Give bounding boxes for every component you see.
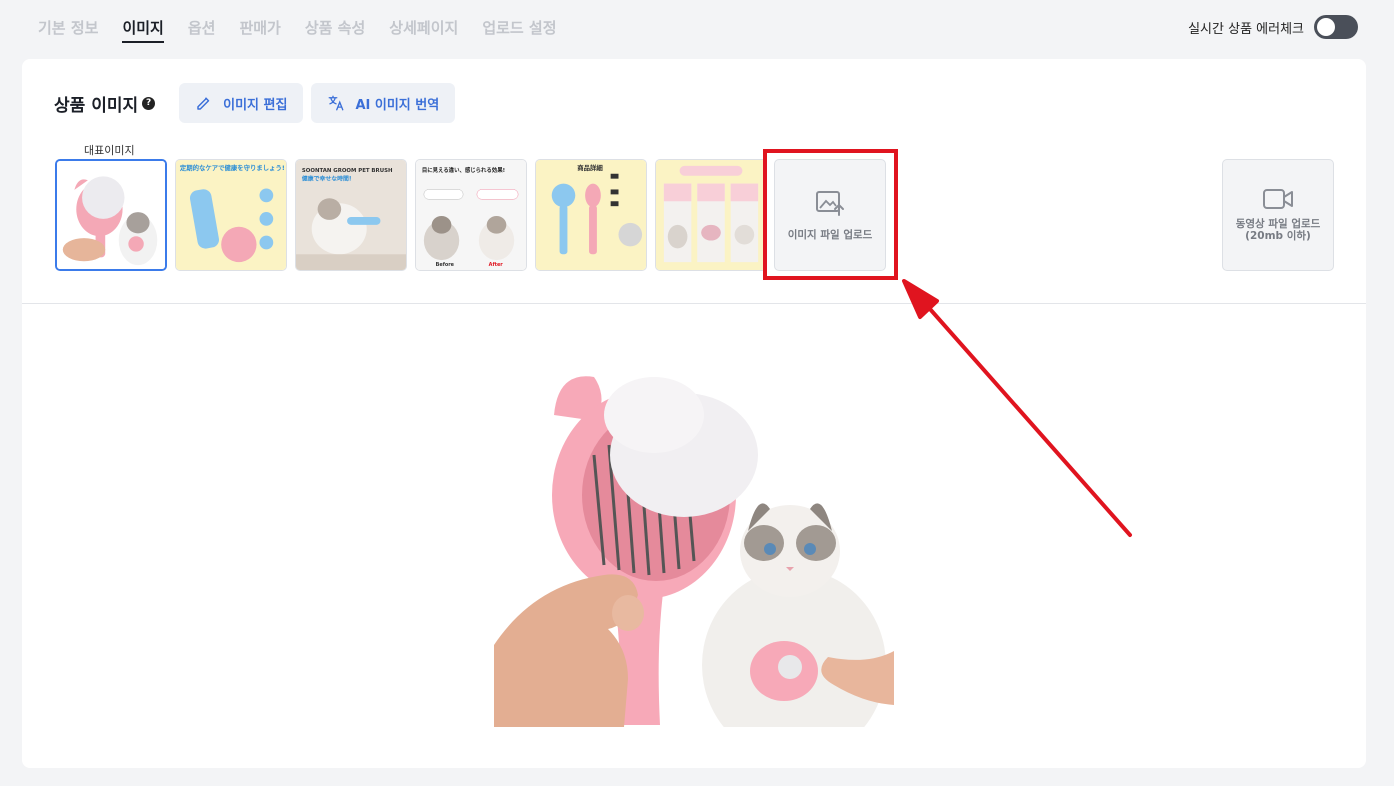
translate-icon xyxy=(329,95,344,111)
image-upload-icon xyxy=(816,190,844,216)
thumbnail-5[interactable]: 商品詳細 xyxy=(535,159,647,271)
thumbnail-3[interactable]: SOONTAN GROOM PET BRUSH 健康で幸せな時間! xyxy=(295,159,407,271)
tab-price[interactable]: 판매가 xyxy=(239,17,280,43)
video-upload-button[interactable]: 동영상 파일 업로드 (20mb 이하) xyxy=(1222,159,1334,271)
thumbnail-3-subtext: 健康で幸せな時間! xyxy=(302,175,352,183)
tab-attributes[interactable]: 상품 속성 xyxy=(305,17,365,43)
section-title-text: 상품 이미지 xyxy=(54,95,139,116)
top-tabs: 기본 정보 이미지 옵션 판매가 상품 속성 상세페이지 업로드 설정 xyxy=(38,17,557,43)
ai-translate-label: AI 이미지 번역 xyxy=(355,97,440,113)
main-image-preview xyxy=(494,345,894,727)
tab-basic-info[interactable]: 기본 정보 xyxy=(38,17,98,43)
section-divider xyxy=(22,303,1366,304)
thumbnail-5-image: 商品詳細 xyxy=(536,160,646,270)
help-icon[interactable]: ? xyxy=(142,96,156,110)
representative-label: 대표이미지 xyxy=(84,144,135,157)
thumbnail-2-text: 定期的なケアで健康を守りましょう! xyxy=(179,163,285,172)
error-check: 실시간 상품 에러체크 xyxy=(1188,15,1358,39)
video-upload-line1: 동영상 파일 업로드 xyxy=(1235,218,1321,230)
pencil-icon xyxy=(197,97,210,110)
video-upload-label: 동영상 파일 업로드 (20mb 이하) xyxy=(1236,218,1321,242)
video-camera-icon xyxy=(1263,189,1293,209)
edit-image-button[interactable]: 이미지 편집 xyxy=(179,83,304,123)
thumbnail-list: 定期的なケアで健康を守りましょう! SOONTAN GROOM PET BRUS… xyxy=(55,159,767,271)
thumbnail-1-image xyxy=(57,161,165,269)
thumbnail-4-after: After xyxy=(489,262,504,268)
thumbnail-4[interactable]: 目に見える違い、感じられる効果! Before After xyxy=(415,159,527,271)
video-upload-line2: (20mb 이하) xyxy=(1245,230,1311,242)
thumbnail-3-text: SOONTAN GROOM PET BRUSH xyxy=(302,168,393,174)
thumbnail-1[interactable] xyxy=(55,159,167,271)
tab-upload-settings[interactable]: 업로드 설정 xyxy=(482,17,556,43)
thumbnail-4-text: 目に見える違い、感じられる効果! xyxy=(422,166,505,174)
thumbnail-2-image: 定期的なケアで健康を守りましょう! xyxy=(176,160,286,270)
tab-detail-page[interactable]: 상세페이지 xyxy=(389,17,458,43)
section-title: 상품 이미지 ? xyxy=(54,91,156,116)
thumbnail-4-before: Before xyxy=(436,262,455,268)
toggle-knob xyxy=(1317,18,1335,36)
error-check-toggle[interactable] xyxy=(1314,15,1358,39)
image-card: 상품 이미지 ? 이미지 편집 AI 이미지 번역 대표이미지 定期的なケアで健… xyxy=(22,59,1366,768)
thumbnail-5-text: 商品詳細 xyxy=(577,163,603,172)
thumbnail-3-image: SOONTAN GROOM PET BRUSH 健康で幸せな時間! xyxy=(296,160,406,270)
edit-image-label: 이미지 편집 xyxy=(223,97,288,113)
thumbnail-4-image: 目に見える違い、感じられる効果! Before After xyxy=(416,160,526,270)
image-upload-button[interactable]: 이미지 파일 업로드 xyxy=(774,159,886,271)
tab-image[interactable]: 이미지 xyxy=(122,17,164,43)
ai-translate-button[interactable]: AI 이미지 번역 xyxy=(311,83,456,123)
error-check-label: 실시간 상품 에러체크 xyxy=(1188,21,1304,37)
image-upload-label: 이미지 파일 업로드 xyxy=(787,228,873,241)
card-header: 상품 이미지 ? 이미지 편집 AI 이미지 번역 xyxy=(54,83,456,123)
preview-image xyxy=(494,345,894,727)
thumbnail-6[interactable] xyxy=(655,159,767,271)
thumbnail-2[interactable]: 定期的なケアで健康を守りましょう! xyxy=(175,159,287,271)
thumbnail-6-image xyxy=(656,160,766,270)
tab-options[interactable]: 옵션 xyxy=(188,17,216,43)
